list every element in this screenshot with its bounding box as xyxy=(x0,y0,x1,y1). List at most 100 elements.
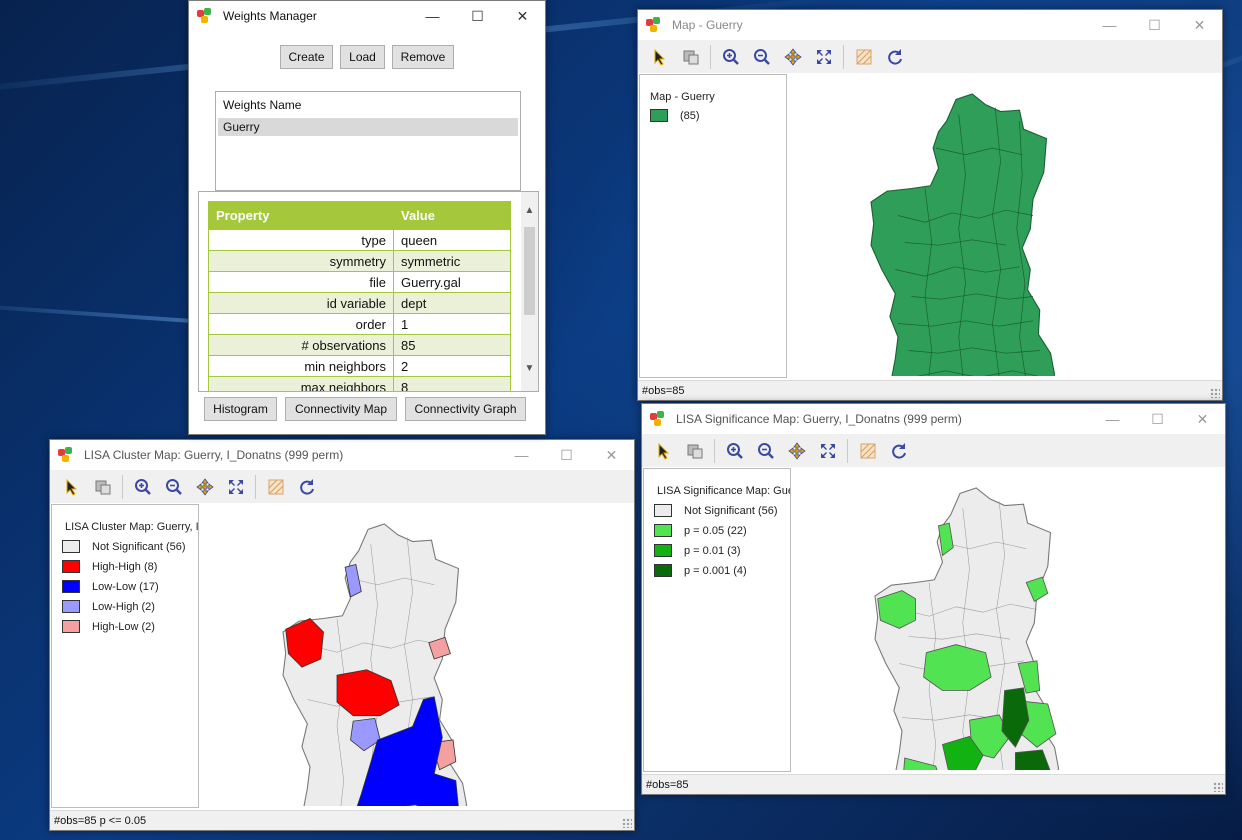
geoda-app-icon xyxy=(650,411,668,427)
legend-label: Low-Low (17) xyxy=(92,580,159,593)
legend-item[interactable]: High-Low (2) xyxy=(62,620,155,633)
pan-icon[interactable] xyxy=(189,473,220,501)
legend-swatch xyxy=(62,620,80,633)
pan-icon[interactable] xyxy=(777,43,808,71)
lisa-significance-window: LISA Significance Map: Guerry, I_Donatns… xyxy=(641,403,1226,795)
map-layers-icon[interactable] xyxy=(852,437,883,465)
minimize-icon[interactable]: — xyxy=(1090,404,1135,434)
map-layers-icon[interactable] xyxy=(260,473,291,501)
legend-item[interactable]: (85) xyxy=(650,109,700,122)
zoom-out-icon[interactable] xyxy=(158,473,189,501)
legend-item[interactable]: p = 0.05 (22) xyxy=(654,524,747,537)
refresh-icon[interactable] xyxy=(291,473,322,501)
legend-panel: Map - Guerry (85) xyxy=(639,74,787,378)
property-key: # observations xyxy=(208,334,394,356)
scroll-up-icon[interactable]: ▲ xyxy=(521,202,538,219)
pan-icon[interactable] xyxy=(781,437,812,465)
minimize-icon[interactable]: — xyxy=(410,1,455,31)
legend-label: High-High (8) xyxy=(92,560,158,573)
legend-panel: LISA Cluster Map: Guerry, I_ Not Signifi… xyxy=(51,504,199,808)
legend-label: p = 0.001 (4) xyxy=(684,564,747,577)
legend-item[interactable]: High-High (8) xyxy=(62,560,157,573)
remove-button[interactable]: Remove xyxy=(392,45,454,69)
weights-list-item-selected[interactable]: Guerry xyxy=(218,118,518,136)
vertical-scrollbar[interactable]: ▲ ▼ xyxy=(521,192,538,391)
legend-item[interactable]: Not Significant (56) xyxy=(654,504,778,517)
scroll-down-icon[interactable]: ▼ xyxy=(521,360,538,377)
legend-swatch xyxy=(62,600,80,613)
geoda-app-icon xyxy=(58,447,76,463)
legend-label: p = 0.01 (3) xyxy=(684,544,741,557)
fit-extent-icon[interactable] xyxy=(220,473,251,501)
zoom-in-icon[interactable] xyxy=(715,43,746,71)
legend-item[interactable]: Low-Low (17) xyxy=(62,580,159,593)
load-button[interactable]: Load xyxy=(340,45,385,69)
selection-mode-icon[interactable] xyxy=(679,437,710,465)
fit-extent-icon[interactable] xyxy=(808,43,839,71)
refresh-icon[interactable] xyxy=(883,437,914,465)
legend-swatch xyxy=(62,580,80,593)
zoom-in-icon[interactable] xyxy=(127,473,158,501)
resize-grip[interactable] xyxy=(622,818,632,828)
property-value: 85 xyxy=(393,334,511,356)
close-icon[interactable]: ✕ xyxy=(1180,404,1225,434)
map-canvas[interactable] xyxy=(203,504,633,806)
close-icon[interactable]: ✕ xyxy=(1177,10,1222,40)
select-pointer-icon[interactable] xyxy=(56,473,87,501)
legend-item[interactable]: Not Significant (56) xyxy=(62,540,186,553)
select-pointer-icon[interactable] xyxy=(648,437,679,465)
legend-label: High-Low (2) xyxy=(92,620,155,633)
minimize-icon[interactable]: — xyxy=(1087,10,1132,40)
weights-manager-window: Weights Manager — ☐ ✕ Create Load Remove… xyxy=(188,0,546,435)
zoom-out-icon[interactable] xyxy=(746,43,777,71)
minimize-icon[interactable]: — xyxy=(499,440,544,470)
geoda-app-icon xyxy=(197,8,215,24)
maximize-icon[interactable]: ☐ xyxy=(1135,404,1180,434)
legend-label: (85) xyxy=(680,109,700,122)
legend-swatch xyxy=(654,544,672,557)
select-pointer-icon[interactable] xyxy=(644,43,675,71)
legend-item[interactable]: Low-High (2) xyxy=(62,600,155,613)
column-header-value: Value xyxy=(393,201,511,230)
property-value: 2 xyxy=(393,355,511,377)
map-layers-icon[interactable] xyxy=(848,43,879,71)
map-canvas[interactable] xyxy=(795,468,1224,770)
selection-mode-icon[interactable] xyxy=(87,473,118,501)
selection-mode-icon[interactable] xyxy=(675,43,706,71)
resize-grip[interactable] xyxy=(1210,388,1220,398)
refresh-icon[interactable] xyxy=(879,43,910,71)
legend-label: Not Significant (56) xyxy=(92,540,186,553)
property-key: file xyxy=(208,271,394,293)
zoom-in-icon[interactable] xyxy=(719,437,750,465)
legend-item[interactable]: p = 0.01 (3) xyxy=(654,544,741,557)
maximize-icon[interactable]: ☐ xyxy=(1132,10,1177,40)
weights-list[interactable]: Weights Name Guerry xyxy=(215,91,521,191)
legend-title: LISA Cluster Map: Guerry, I_ xyxy=(65,521,199,533)
legend-item[interactable]: p = 0.001 (4) xyxy=(654,564,747,577)
status-bar: #obs=85 p <= 0.05 xyxy=(50,810,634,830)
legend-label: Not Significant (56) xyxy=(684,504,778,517)
property-value: Guerry.gal xyxy=(393,271,511,293)
maximize-icon[interactable]: ☐ xyxy=(455,1,500,31)
close-icon[interactable]: ✕ xyxy=(589,440,634,470)
resize-grip[interactable] xyxy=(1213,782,1223,792)
legend-swatch xyxy=(650,109,668,122)
scroll-thumb[interactable] xyxy=(524,227,535,315)
close-icon[interactable]: ✕ xyxy=(500,1,545,31)
map-canvas[interactable] xyxy=(791,74,1221,376)
histogram-button[interactable]: Histogram xyxy=(204,397,277,421)
region-p05 xyxy=(923,644,992,691)
zoom-out-icon[interactable] xyxy=(750,437,781,465)
property-key: type xyxy=(208,229,394,251)
maximize-icon[interactable]: ☐ xyxy=(544,440,589,470)
fit-extent-icon[interactable] xyxy=(812,437,843,465)
titlebar: Map - Guerry — ☐ ✕ xyxy=(638,10,1222,40)
connectivity-map-button[interactable]: Connectivity Map xyxy=(285,397,397,421)
legend-swatch xyxy=(62,540,80,553)
create-button[interactable]: Create xyxy=(280,45,333,69)
titlebar: LISA Cluster Map: Guerry, I_Donatns (999… xyxy=(50,440,634,470)
property-key: max neighbors xyxy=(208,376,394,391)
connectivity-graph-button[interactable]: Connectivity Graph xyxy=(405,397,526,421)
table-row: type queen xyxy=(208,229,511,251)
table-row: id variable dept xyxy=(208,292,511,314)
